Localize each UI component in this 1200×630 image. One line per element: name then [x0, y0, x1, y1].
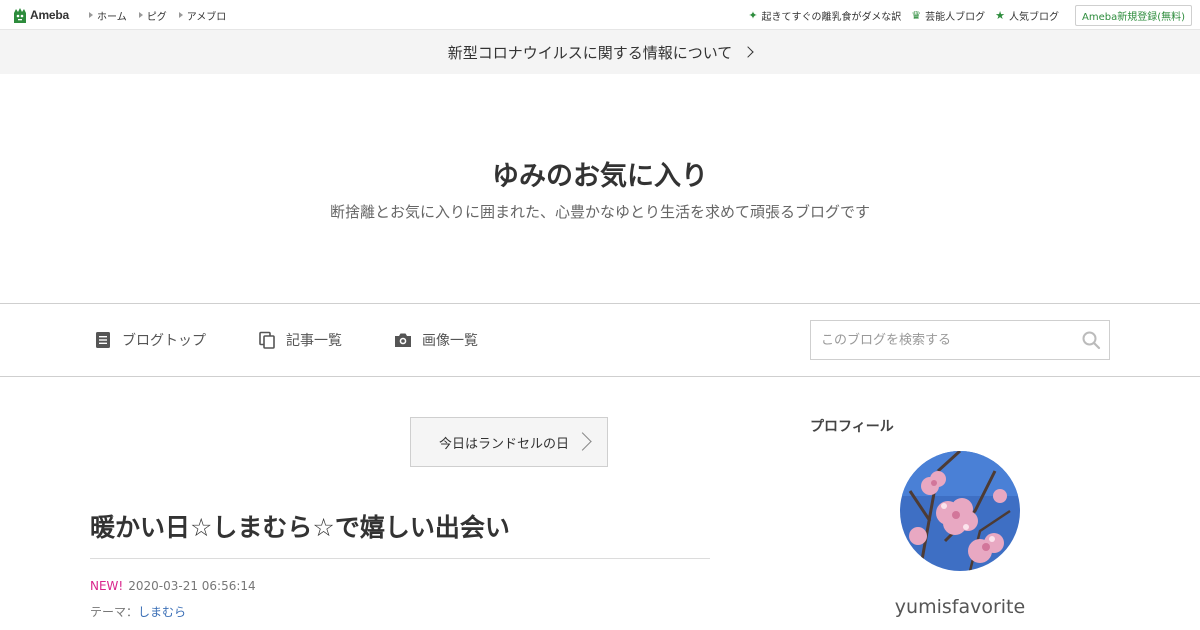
post-datetime: 2020-03-21 06:56:14: [128, 579, 256, 593]
blog-search-box: [810, 320, 1110, 360]
covid-notice-link[interactable]: 新型コロナウイルスに関する情報について: [0, 30, 1200, 74]
topright-link-popular-label: 人気ブログ: [1008, 11, 1059, 23]
triangle-right-icon: [178, 12, 183, 18]
post-theme: テーマ：しまむら: [90, 603, 186, 620]
camera-icon: [395, 333, 411, 347]
notice-text: 新型コロナウイルスに関する情報について: [447, 43, 733, 62]
ameba-logo[interactable]: Ameba: [12, 6, 69, 24]
new-badge: NEW!: [90, 579, 124, 593]
topnav-ameblo[interactable]: アメブロ: [178, 8, 227, 23]
topright-link-popular[interactable]: ★ 人気ブログ: [995, 8, 1059, 23]
topnav-pigg[interactable]: ピグ: [138, 8, 167, 23]
blog-description: 断捨離とお気に入りに囲まれた、心豊かなゆとり生活を求めて頑張るブログです: [329, 203, 870, 221]
top-bar: Ameba ホーム ピグ アメブロ ✦ 起きてすぐの離乳食がダメな訳 ♛ 芸能人ブロ…: [0, 0, 1200, 30]
top-nav: ホーム ピグ アメブロ: [89, 0, 238, 30]
chevron-right-icon: [573, 432, 592, 451]
post-meta: NEW! 2020-03-21 06:56:14: [90, 579, 256, 593]
topnav-pigg-label: ピグ: [146, 11, 167, 23]
top-right-links: ✦ 起きてすぐの離乳食がダメな訳 ♛ 芸能人ブログ ★ 人気ブログ Ameba新規登録…: [738, 0, 1192, 30]
triangle-right-icon: [138, 12, 143, 18]
search-icon[interactable]: [1081, 330, 1101, 350]
sparkle-icon: ✦: [748, 8, 758, 22]
signup-button[interactable]: Ameba新規登録(無料): [1074, 4, 1192, 26]
blog-nav: ブログトップ 記事一覧 画像一覧: [0, 303, 1200, 377]
daily-theme-label: 今日はランドセルの日: [439, 436, 570, 452]
nav-image-list-label: 画像一覧: [422, 333, 478, 349]
nav-blog-top[interactable]: ブログトップ: [94, 304, 206, 376]
topright-link-article[interactable]: ✦ 起きてすぐの離乳食がダメな訳: [748, 8, 901, 23]
triangle-right-icon: [89, 12, 93, 18]
blog-title[interactable]: ゆみのお気に入り: [0, 154, 1200, 193]
search-input[interactable]: [811, 321, 1071, 359]
topnav-home[interactable]: ホーム: [89, 8, 127, 23]
crown-icon: ♛: [911, 8, 922, 22]
document-icon: [96, 332, 110, 348]
copy-icon: [259, 331, 275, 349]
topnav-home-label: ホーム: [97, 11, 127, 23]
nav-article-list-label: 記事一覧: [286, 333, 342, 349]
post-theme-link[interactable]: しまむら: [138, 605, 186, 619]
topright-link-celebrity-label: 芸能人ブログ: [925, 11, 986, 23]
profile-heading: プロフィール: [810, 419, 894, 435]
topright-link-celebrity[interactable]: ♛ 芸能人ブログ: [911, 8, 985, 23]
chevron-right-icon: [742, 46, 754, 58]
avatar-photo: [900, 451, 1020, 571]
nav-blog-top-label: ブログトップ: [122, 333, 206, 349]
post-theme-label: テーマ：: [90, 605, 139, 619]
divider: [90, 558, 710, 559]
topnav-ameblo-label: アメブロ: [186, 11, 227, 23]
topright-link-article-label: 起きてすぐの離乳食がダメな訳: [761, 11, 902, 23]
avatar[interactable]: [900, 451, 1020, 571]
nav-article-list[interactable]: 記事一覧: [258, 304, 342, 376]
logo-text: Ameba: [30, 8, 70, 22]
post-title[interactable]: 暖かい日☆しまむら☆で嬉しい出会い: [90, 508, 510, 544]
daily-theme-button[interactable]: 今日はランドセルの日: [410, 417, 608, 467]
profile-username[interactable]: yumisfavorite: [810, 596, 1110, 618]
star-icon: ★: [995, 8, 1005, 22]
nav-image-list[interactable]: 画像一覧: [394, 304, 478, 376]
ameba-mascot-icon: [14, 7, 26, 23]
